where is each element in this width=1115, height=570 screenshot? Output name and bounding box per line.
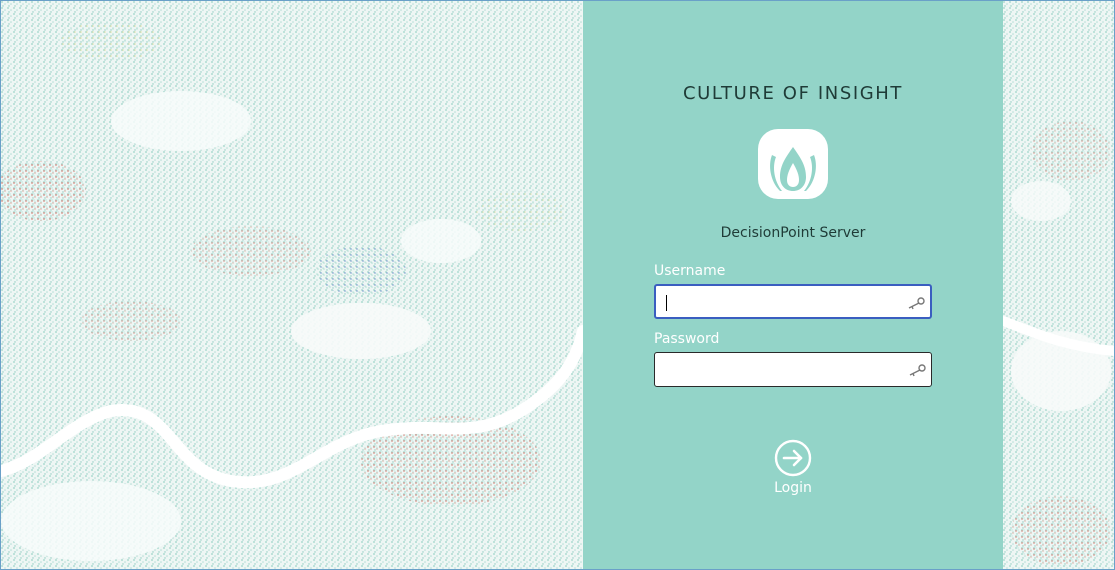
brand-title: CULTURE OF INSIGHT: [682, 83, 904, 104]
username-input[interactable]: [656, 286, 896, 317]
arrow-right-circle-icon[interactable]: [774, 439, 812, 477]
login-panel: CULTURE OF INSIGHT DecisionPoint Server …: [583, 1, 1003, 569]
text-caret: [666, 295, 667, 311]
key-icon[interactable]: [906, 295, 926, 311]
login-label[interactable]: Login: [763, 480, 823, 496]
culture-of-insight-logo-icon: [758, 129, 828, 199]
password-label: Password: [654, 331, 720, 347]
password-input[interactable]: [655, 353, 895, 386]
login-button[interactable]: Login: [763, 437, 823, 501]
login-window: CULTURE OF INSIGHT DecisionPoint Server …: [0, 0, 1115, 570]
key-icon[interactable]: [907, 362, 927, 378]
app-name: DecisionPoint Server: [720, 225, 866, 241]
password-field[interactable]: [654, 352, 932, 387]
username-label: Username: [654, 263, 726, 279]
username-field[interactable]: [654, 284, 932, 319]
